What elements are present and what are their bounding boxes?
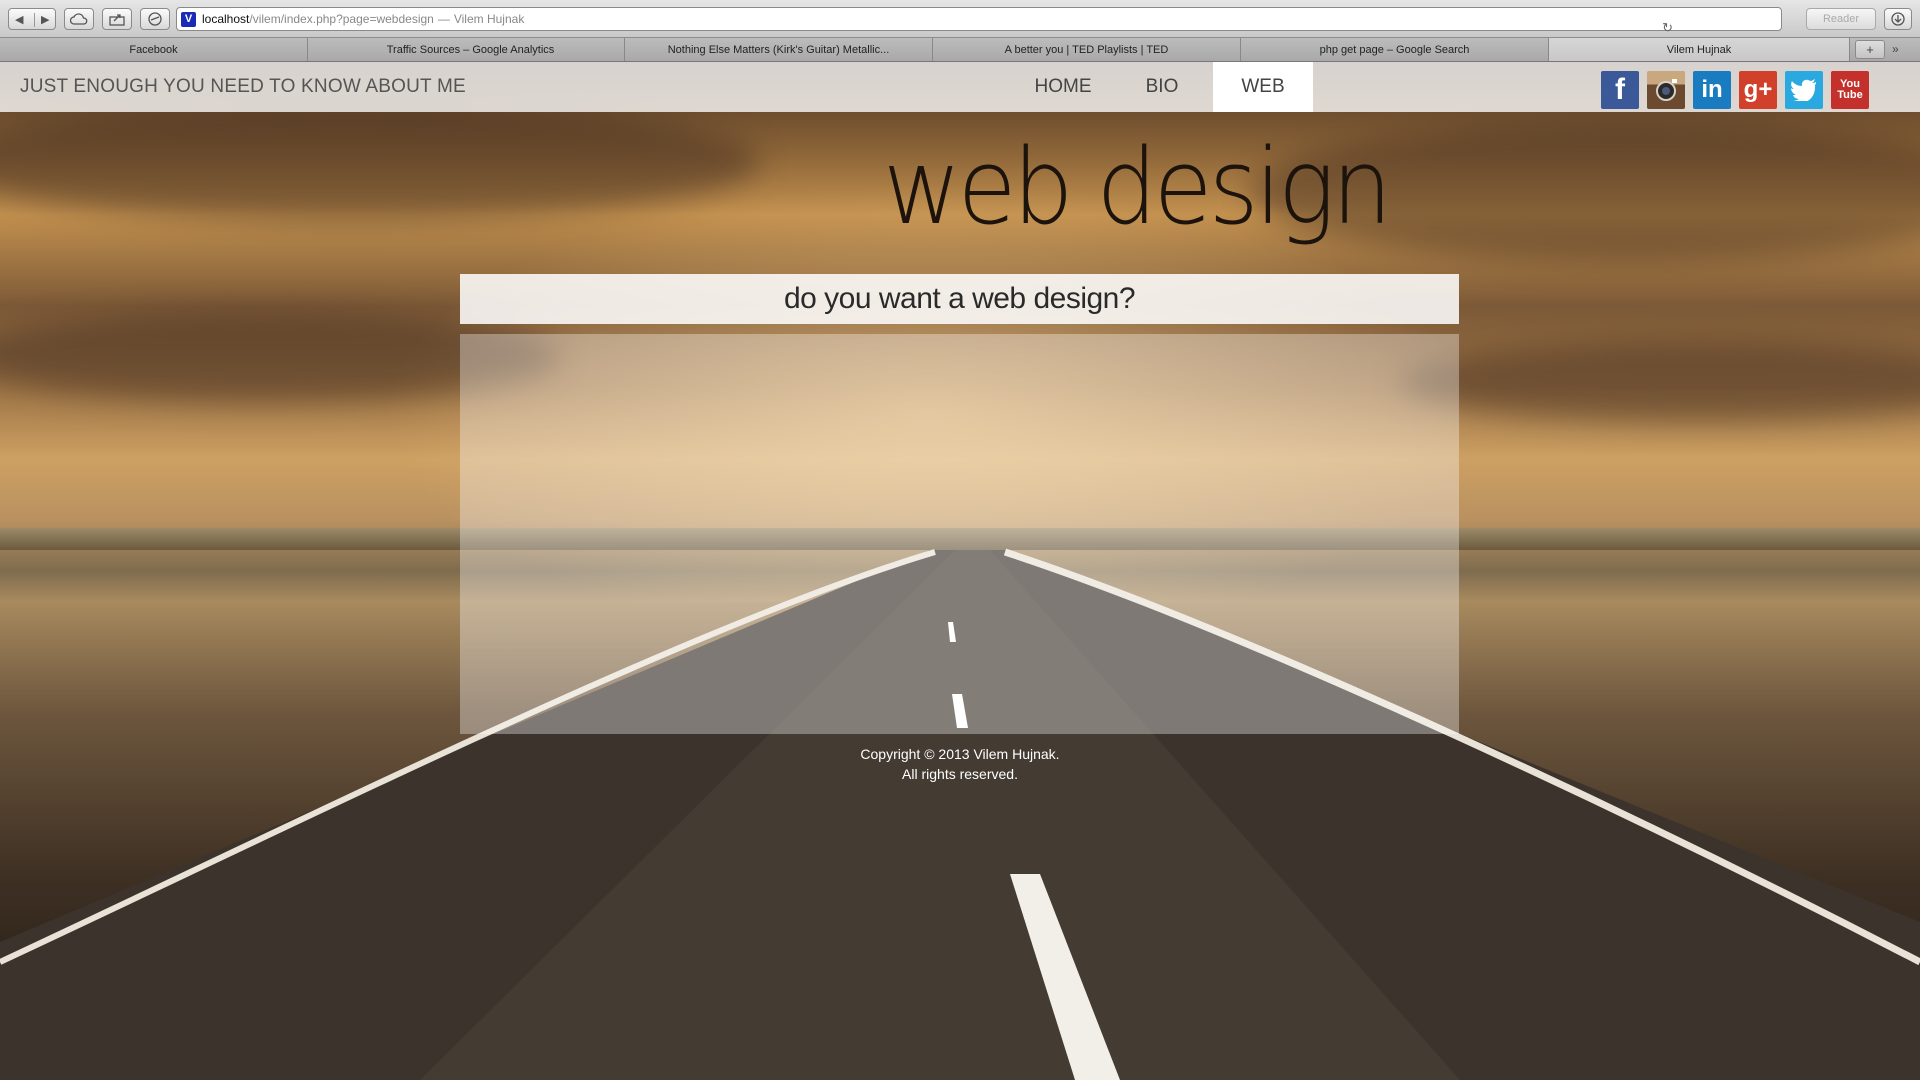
nav-bio[interactable]: BIO xyxy=(1112,62,1212,112)
youtube-icon[interactable]: You Tube xyxy=(1831,71,1869,109)
cloud-icon xyxy=(70,13,88,25)
linkedin-glyph: in xyxy=(1701,76,1723,103)
url-separator: — xyxy=(437,12,450,26)
tab-overflow-icon[interactable]: » xyxy=(1892,42,1899,56)
tab-google-analytics[interactable]: Traffic Sources – Google Analytics xyxy=(317,38,625,61)
tab-facebook[interactable]: Facebook xyxy=(0,38,308,61)
subheading: do you want a web design? xyxy=(783,282,1136,315)
site-tagline: JUST ENOUGH YOU NEED TO KNOW ABOUT ME xyxy=(20,76,466,97)
glasses-icon xyxy=(148,12,162,26)
tab-vilem-hujnak[interactable]: Vilem Hujnak xyxy=(1549,38,1850,61)
youtube-glyph-bottom: Tube xyxy=(1837,89,1863,101)
reload-icon[interactable]: ↻ xyxy=(1662,20,1673,36)
reader-button[interactable]: Reader xyxy=(1806,8,1876,30)
share-icon xyxy=(109,13,125,26)
footer-rights: All rights reserved. xyxy=(902,766,1018,782)
back-icon[interactable]: ◀ xyxy=(15,13,23,26)
nav-home[interactable]: HOME xyxy=(1013,62,1113,112)
site-header: JUST ENOUGH YOU NEED TO KNOW ABOUT ME HO… xyxy=(0,62,1920,112)
address-bar[interactable]: V localhost /vilem/index.php?page=webdes… xyxy=(176,7,1782,35)
back-forward-divider xyxy=(34,13,35,27)
tab-ted-playlists[interactable]: A better you | TED Playlists | TED xyxy=(933,38,1241,61)
url-path: /vilem/index.php?page=webdesign xyxy=(249,12,434,26)
camera-lens-icon xyxy=(1656,79,1677,101)
forward-icon[interactable]: ▶ xyxy=(41,13,49,26)
bird-icon xyxy=(1791,79,1816,101)
download-icon xyxy=(1891,12,1905,26)
facebook-glyph: f xyxy=(1615,73,1625,106)
url-page-title: Vilem Hujnak xyxy=(453,12,525,26)
subheading-bar: do you want a web design? xyxy=(460,274,1459,324)
content-panel xyxy=(460,334,1459,734)
footer-copyright: Copyright © 2013 Vilem Hujnak. xyxy=(860,746,1060,762)
google-plus-icon[interactable]: g+ xyxy=(1739,71,1777,109)
linkedin-icon[interactable]: in xyxy=(1693,71,1731,109)
icloud-tabs-button[interactable] xyxy=(64,8,94,30)
tab-nothing-else-matters[interactable]: Nothing Else Matters (Kirk's Guitar) Met… xyxy=(625,38,933,61)
web-page: JUST ENOUGH YOU NEED TO KNOW ABOUT ME HO… xyxy=(0,62,1920,1080)
site-favicon: V xyxy=(181,11,196,27)
twitter-icon[interactable] xyxy=(1785,71,1823,109)
back-forward-buttons[interactable]: ◀ ▶ xyxy=(8,8,56,30)
google-plus-glyph: g+ xyxy=(1743,76,1773,103)
footer: Copyright © 2013 Vilem Hujnak. All right… xyxy=(760,744,1160,784)
new-tab-button[interactable]: + xyxy=(1855,40,1885,59)
downloads-button[interactable] xyxy=(1884,8,1912,30)
tab-google-search[interactable]: php get page – Google Search xyxy=(1241,38,1549,61)
instagram-icon[interactable] xyxy=(1647,71,1685,109)
facebook-icon[interactable]: f xyxy=(1601,71,1639,109)
share-button[interactable] xyxy=(102,8,132,30)
reading-list-button[interactable] xyxy=(140,8,170,30)
browser-toolbar: ◀ ▶ V localhost /vilem/index.php?page=we… xyxy=(0,0,1920,38)
nav-web[interactable]: WEB xyxy=(1213,62,1313,112)
url-host: localhost xyxy=(202,12,250,26)
page-title: web design xyxy=(883,126,1392,248)
tab-bar: Facebook Traffic Sources – Google Analyt… xyxy=(0,38,1920,62)
